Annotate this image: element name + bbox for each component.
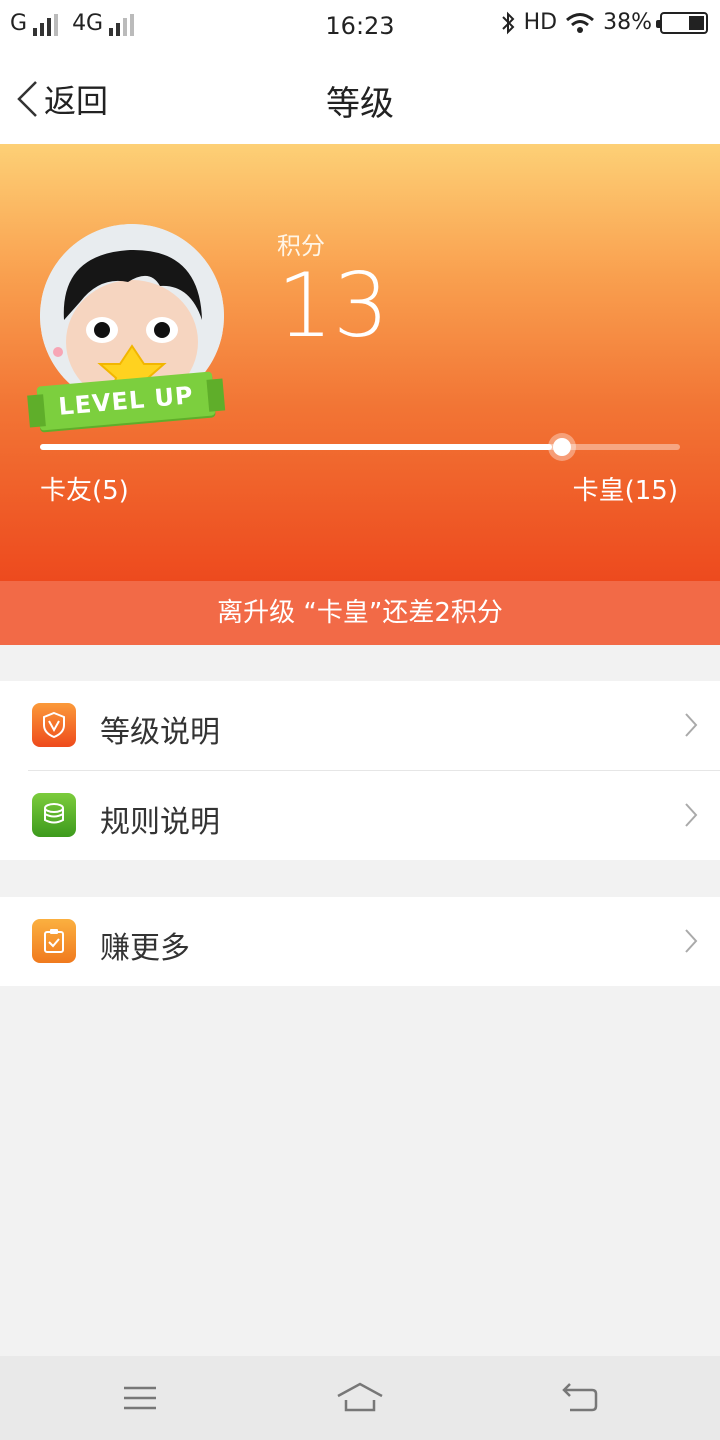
home-icon[interactable] (336, 1378, 384, 1418)
menu-group-earn: 赚更多 (0, 897, 720, 986)
wifi-icon (566, 12, 595, 33)
upgrade-hint-banner: 离升级 “卡皇”还差2积分 (0, 581, 720, 645)
hd-indicator: HD (523, 10, 558, 35)
system-nav-bar (0, 1356, 720, 1440)
system-indicators: HD 38% (500, 10, 708, 35)
chevron-right-icon (685, 713, 698, 737)
chevron-right-icon (685, 929, 698, 953)
menu-item-rules[interactable]: 规则说明 (0, 771, 720, 860)
menu-group-info: 等级说明 规则说明 (0, 681, 720, 860)
chevron-right-icon (685, 803, 698, 827)
menu-item-label: 赚更多 (100, 931, 190, 966)
battery-icon (656, 11, 708, 34)
level-progress-fill (40, 444, 552, 450)
current-level-label: 卡友(5) (40, 476, 129, 506)
menu-icon[interactable] (116, 1378, 164, 1418)
level-progress-knob (548, 433, 576, 461)
avatar-badge: LEVEL UP (36, 224, 225, 444)
status-bar: G 4G 16:23 HD 38% (0, 0, 720, 50)
bluetooth-icon (501, 11, 515, 34)
coins-icon (32, 793, 76, 837)
menu-item-earn-more[interactable]: 赚更多 (0, 897, 720, 986)
back-nav-icon[interactable] (556, 1378, 604, 1418)
menu-item-label: 规则说明 (100, 805, 220, 840)
shield-v-icon (32, 703, 76, 747)
page-title: 等级 (326, 84, 394, 124)
level-up-badge: LEVEL UP (36, 371, 216, 431)
nav-bar: 返回 等级 (0, 50, 720, 144)
level-header: LEVEL UP 积分 13 卡友(5) 卡皇(15) (0, 144, 720, 581)
points-value: 13 (277, 254, 389, 357)
battery-percent: 38% (603, 10, 652, 35)
level-progress-track (40, 444, 680, 450)
next-level-label: 卡皇(15) (572, 476, 678, 506)
clipboard-check-icon (32, 919, 76, 963)
menu-item-label: 等级说明 (100, 715, 220, 750)
menu-item-level-description[interactable]: 等级说明 (0, 681, 720, 770)
